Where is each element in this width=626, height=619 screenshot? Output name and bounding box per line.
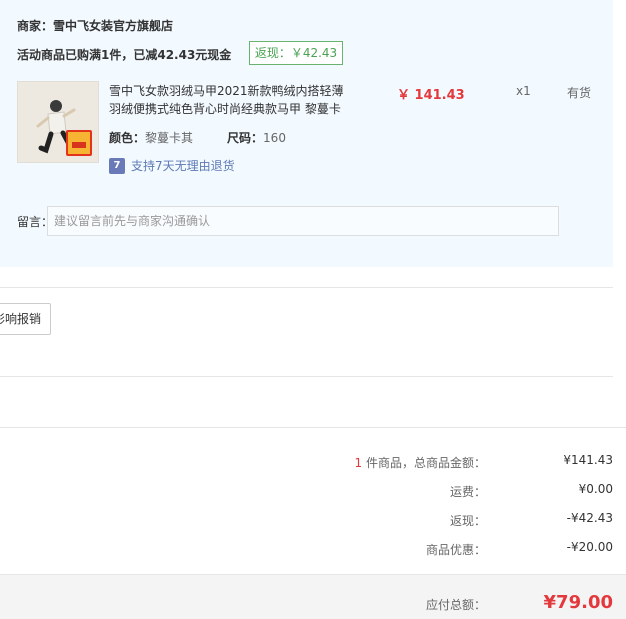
- total-bar: 应付总额： ¥79.00: [0, 574, 626, 619]
- divider: [0, 287, 613, 288]
- divider: [0, 427, 626, 428]
- goods-count-label: 1 件商品，总商品金额：: [354, 456, 486, 470]
- product-quantity: x1: [516, 84, 531, 98]
- product-price: ￥ 141.43: [397, 88, 465, 103]
- product-title[interactable]: 雪中飞女款羽绒马甲2021新款鸭绒内搭轻薄羽绒便携式纯色背心时尚经典款马甲 黎蔓…: [109, 82, 351, 118]
- cashback-tag: 返现：￥42.43: [249, 41, 343, 65]
- product-thumbnail[interactable]: [17, 81, 99, 163]
- size-label: 尺码：: [227, 131, 264, 145]
- shipping-label: 运费：: [449, 485, 486, 499]
- payable-total: ¥79.00: [543, 592, 613, 613]
- cashback-label: 返现：: [449, 514, 486, 528]
- size-value: 160: [263, 131, 286, 145]
- cashback-value: -¥42.43: [566, 511, 613, 525]
- message-input[interactable]: [47, 206, 559, 236]
- discount-value: -¥20.00: [566, 540, 613, 554]
- return-policy[interactable]: 7 支持7天无理由退货: [109, 157, 235, 174]
- promo-text: 活动商品已购满1件，已减42.43元现金: [17, 48, 232, 62]
- payable-label: 应付总额：: [425, 598, 486, 612]
- return-policy-text[interactable]: 支持7天无理由退货: [131, 157, 235, 174]
- stock-status: 有货: [567, 86, 592, 100]
- goods-total-value: ¥141.43: [563, 453, 613, 467]
- merchant-name: 商家：雪中飞女装官方旗舰店: [17, 19, 174, 33]
- color-label: 颜色：: [109, 131, 146, 145]
- sale-badge-icon: [66, 130, 92, 156]
- discount-label: 商品优惠：: [425, 543, 486, 557]
- divider: [0, 376, 613, 377]
- color-value: 黎蔓卡其: [145, 131, 194, 145]
- product-attributes: 颜色：黎蔓卡其 尺码：160: [109, 129, 286, 146]
- seven-day-return-icon: 7: [109, 157, 125, 174]
- invoice-button[interactable]: 影响报销: [0, 303, 51, 335]
- order-panel: 商家：雪中飞女装官方旗舰店 活动商品已购满1件，已减42.43元现金 返现：￥4…: [0, 0, 613, 267]
- shipping-value: ¥0.00: [578, 482, 613, 496]
